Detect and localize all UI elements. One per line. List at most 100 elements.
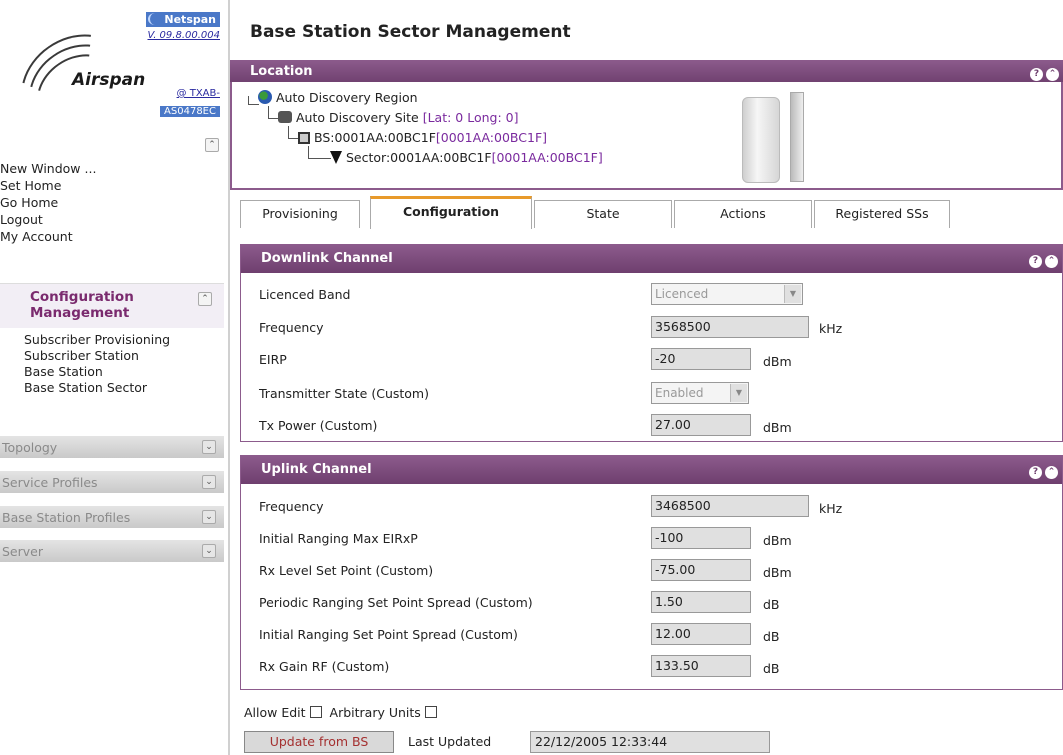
expand-icon[interactable]: ⌄ <box>202 475 216 489</box>
arbitrary-units-label: Arbitrary Units <box>329 705 421 720</box>
location-tree: Auto Discovery Region Auto Discovery Sit… <box>230 82 1063 190</box>
config-management-title: Configuration Management <box>30 289 134 321</box>
allow-edit-label: Allow Edit <box>244 705 306 720</box>
rx-level-label: Rx Level Set Point (Custom) <box>259 563 434 578</box>
eirp-label: EIRP <box>259 352 287 367</box>
rx-level-field[interactable]: -75.00 <box>651 559 751 581</box>
sidebar-item-base-station[interactable]: Base Station <box>24 364 170 380</box>
tx-power-label: Tx Power (Custom) <box>259 418 378 433</box>
sidebar: Netspan V. 09.8.00.004 Airspan @ TXAB- A… <box>0 0 230 755</box>
downlink-header: Downlink Channel ? ⌃ <box>241 245 1062 273</box>
dl-frequency-field[interactable]: 3568500 <box>651 316 809 338</box>
periodic-spread-field[interactable]: 1.50 <box>651 591 751 613</box>
tree-node-site[interactable]: Auto Discovery Site [Lat: 0 Long: 0] <box>278 110 519 125</box>
help-icon[interactable]: ? <box>1029 255 1042 268</box>
rx-gain-field[interactable]: 133.50 <box>651 655 751 677</box>
chevron-down-icon: ▼ <box>784 285 801 303</box>
arbitrary-units-checkbox[interactable] <box>424 706 437 718</box>
device-unit <box>742 97 780 183</box>
last-updated-label: Last Updated <box>408 734 492 749</box>
collapse-quick-links-icon[interactable]: ⌃ <box>205 138 219 152</box>
user-link[interactable]: @ TXAB- <box>177 88 220 99</box>
version-link[interactable]: V. 09.8.00.004 <box>148 30 221 41</box>
tx-state-label: Transmitter State (Custom) <box>259 386 429 401</box>
ranging-max-label: Initial Ranging Max EIRxP <box>259 531 418 546</box>
device-image <box>742 92 822 183</box>
sector-id: [0001AA:00BC1F] <box>491 150 603 165</box>
ul-frequency-field[interactable]: 3468500 <box>651 495 809 517</box>
tree-node-sector[interactable]: Sector:0001AA:00BC1F[0001AA:00BC1F] <box>330 150 603 165</box>
help-icon[interactable]: ? <box>1030 68 1043 81</box>
device-antenna <box>790 92 804 182</box>
location-header: Location ? ⌃ <box>230 60 1063 84</box>
tree-connector <box>308 146 331 159</box>
tx-power-field[interactable]: 27.00 <box>651 414 751 436</box>
tx-state-select[interactable]: Enabled ▼ <box>651 382 749 404</box>
tab-state[interactable]: State <box>534 200 672 228</box>
edit-options: Allow Edit Arbitrary Units <box>244 705 441 720</box>
user-sub-badge[interactable]: AS0478EC <box>160 106 220 117</box>
allow-edit-checkbox[interactable] <box>309 706 322 718</box>
eirp-field[interactable]: -20 <box>651 348 751 370</box>
expand-icon[interactable]: ⌄ <box>202 544 216 558</box>
site-icon <box>278 111 292 123</box>
section-label: Server <box>2 544 43 559</box>
chevron-down-icon: ▼ <box>730 384 747 402</box>
tab-registered-ss[interactable]: Registered SSs <box>814 200 950 228</box>
quick-link-logout[interactable]: Logout <box>0 211 226 228</box>
config-management-header[interactable]: Configuration Management ⌃ <box>0 283 224 328</box>
tree-node-region[interactable]: Auto Discovery Region <box>258 90 418 105</box>
sidebar-section-base-station-profiles[interactable]: Base Station Profiles ⌄ <box>0 506 224 529</box>
expand-icon[interactable]: ⌄ <box>202 440 216 454</box>
sidebar-section-server[interactable]: Server ⌄ <box>0 540 224 563</box>
initial-spread-unit: dB <box>763 629 780 644</box>
sidebar-section-topology[interactable]: Topology ⌄ <box>0 436 224 459</box>
licenced-band-select[interactable]: Licenced ▼ <box>651 283 803 305</box>
tx-state-value: Enabled <box>655 386 704 400</box>
update-from-bs-button[interactable]: Update from BS <box>244 731 394 753</box>
tree-node-bs[interactable]: BS:0001AA:00BC1F[0001AA:00BC1F] <box>298 130 547 145</box>
config-menu: Subscriber Provisioning Subscriber Stati… <box>24 332 170 396</box>
downlink-panel: Downlink Channel ? ⌃ Licenced Band Licenc… <box>240 244 1063 442</box>
site-label: Auto Discovery Site <box>296 110 419 125</box>
dl-frequency-unit: kHz <box>819 321 843 336</box>
brand-area: Netspan V. 09.8.00.004 Airspan @ TXAB- A… <box>1 8 222 157</box>
quick-link-new-window[interactable]: New Window ... <box>0 160 226 177</box>
tab-configuration[interactable]: Configuration <box>370 196 532 229</box>
expand-icon[interactable]: ⌄ <box>202 510 216 524</box>
sidebar-item-subscriber-station[interactable]: Subscriber Station <box>24 348 170 364</box>
eirp-unit: dBm <box>763 354 792 369</box>
help-icon[interactable]: ? <box>1029 466 1042 479</box>
section-label: Service Profiles <box>2 475 98 490</box>
tab-provisioning[interactable]: Provisioning <box>240 200 360 228</box>
tab-actions[interactable]: Actions <box>674 200 812 228</box>
airspan-logo: Airspan <box>72 70 146 90</box>
last-updated-value: 22/12/2005 12:33:44 <box>530 731 770 753</box>
sidebar-item-base-station-sector[interactable]: Base Station Sector <box>24 380 170 396</box>
periodic-spread-unit: dB <box>763 597 780 612</box>
site-coords: [Lat: 0 Long: 0] <box>422 110 519 125</box>
collapse-config-icon[interactable]: ⌃ <box>198 292 212 306</box>
initial-spread-label: Initial Ranging Set Point Spread (Custom… <box>259 627 518 642</box>
collapse-icon[interactable]: ⌃ <box>1045 466 1058 479</box>
sector-label: Sector:0001AA:00BC1F <box>346 150 492 165</box>
bs-id: [0001AA:00BC1F] <box>435 130 548 145</box>
section-label: Base Station Profiles <box>2 510 131 525</box>
quick-link-go-home[interactable]: Go Home <box>0 194 226 211</box>
main-content: Base Station Sector Management Location … <box>230 0 1063 755</box>
ranging-max-field[interactable]: -100 <box>651 527 751 549</box>
ul-frequency-label: Frequency <box>259 499 324 514</box>
collapse-icon[interactable]: ⌃ <box>1045 255 1058 268</box>
sidebar-section-service-profiles[interactable]: Service Profiles ⌄ <box>0 471 224 494</box>
quick-links: New Window ... Set Home Go Home Logout M… <box>0 160 226 245</box>
collapse-icon[interactable]: ⌃ <box>1046 68 1059 81</box>
quick-link-my-account[interactable]: My Account <box>0 228 226 245</box>
rx-gain-label: Rx Gain RF (Custom) <box>259 659 390 674</box>
location-header-title: Location <box>250 64 313 79</box>
initial-spread-field[interactable]: 12.00 <box>651 623 751 645</box>
uplink-header-title: Uplink Channel <box>261 462 372 477</box>
sidebar-item-subscriber-provisioning[interactable]: Subscriber Provisioning <box>24 332 170 348</box>
quick-link-set-home[interactable]: Set Home <box>0 177 226 194</box>
sector-icon <box>330 151 342 164</box>
tx-power-unit: dBm <box>763 420 792 435</box>
